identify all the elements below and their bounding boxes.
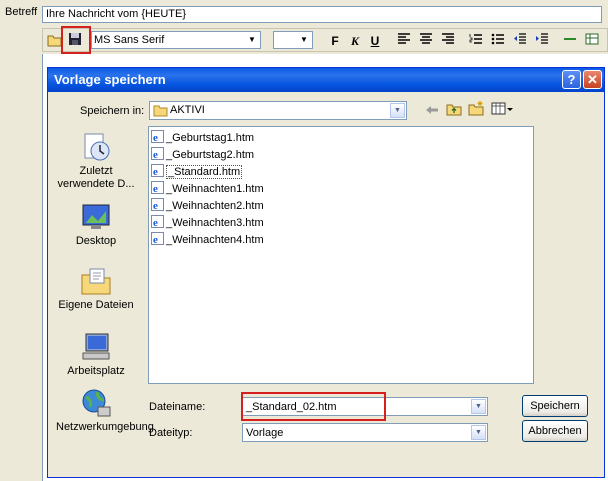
filetype-label: Dateityp:	[149, 427, 193, 439]
file-item[interactable]: e _Geburtstag1.htm	[151, 130, 254, 146]
subject-input[interactable]: Ihre Nachricht vom {HEUTE}	[42, 6, 602, 23]
align-center-icon[interactable]	[417, 32, 435, 50]
html-file-icon: e	[151, 164, 164, 178]
place-label: Zuletzt verwendete D...	[57, 165, 135, 190]
align-left-icon[interactable]	[395, 32, 413, 50]
places-bar: Zuletzt verwendete D... Desktop Eigene D…	[52, 123, 154, 463]
recent-documents-icon	[80, 131, 112, 163]
font-name: MS Sans Serif	[94, 34, 165, 46]
filename-label: Dateiname:	[149, 401, 206, 413]
place-recent[interactable]: Zuletzt verwendete D...	[52, 131, 140, 191]
file-name: _Standard.htm	[166, 165, 243, 179]
html-file-icon: e	[151, 181, 164, 195]
horizontal-line-icon[interactable]	[561, 32, 579, 50]
chevron-down-icon: ▼	[248, 35, 256, 44]
file-item[interactable]: e _Weihnachten2.htm	[151, 198, 264, 214]
folder-icon	[153, 104, 168, 120]
align-right-icon[interactable]	[439, 32, 457, 50]
file-item[interactable]: e _Weihnachten4.htm	[151, 232, 264, 248]
file-name: _Weihnachten4.htm	[166, 234, 264, 246]
chevron-down-icon: ▼	[300, 35, 308, 44]
my-computer-icon	[80, 331, 112, 363]
my-documents-icon	[80, 265, 112, 297]
svg-text:e: e	[153, 132, 158, 143]
filename-highlight	[241, 392, 386, 421]
left-strip	[0, 26, 42, 481]
font-size-select[interactable]: ▼	[273, 31, 313, 49]
filetype-value: Vorlage	[246, 427, 284, 439]
format-toolbar: MS Sans Serif ▼ ▼ F K U	[42, 28, 608, 52]
cancel-button[interactable]: Abbrechen	[522, 420, 588, 442]
chevron-down-icon[interactable]: ▼	[471, 425, 486, 440]
svg-text:e: e	[153, 183, 158, 194]
html-file-icon: e	[151, 232, 164, 246]
file-name: _Geburtstag2.htm	[166, 149, 255, 161]
file-item[interactable]: e _Weihnachten1.htm	[151, 181, 264, 197]
save-button[interactable]: Speichern	[522, 395, 588, 417]
html-file-icon: e	[151, 147, 164, 161]
table-icon[interactable]	[583, 32, 601, 50]
file-name: _Weihnachten2.htm	[166, 200, 264, 212]
save-icon-highlight	[61, 26, 91, 54]
subject-label: Betreff	[5, 6, 38, 18]
svg-text:e: e	[153, 217, 158, 228]
help-button[interactable]: ?	[562, 70, 581, 89]
font-select[interactable]: MS Sans Serif ▼	[91, 31, 261, 49]
file-item[interactable]: e _Geburtstag2.htm	[151, 147, 254, 163]
svg-text:e: e	[153, 166, 158, 177]
svg-text:e: e	[153, 234, 158, 245]
place-network[interactable]: Netzwerkumgebung	[52, 387, 154, 434]
place-label: Desktop	[75, 235, 117, 247]
html-file-icon: e	[151, 198, 164, 212]
save-in-label: Speichern in:	[80, 105, 145, 117]
chevron-down-icon[interactable]: ▼	[471, 399, 486, 414]
outdent-icon[interactable]	[511, 32, 529, 50]
subject-row: Betreff Ihre Nachricht vom {HEUTE}	[0, 0, 608, 26]
svg-text:e: e	[153, 200, 158, 211]
chevron-down-icon[interactable]: ▼	[390, 103, 405, 118]
place-my-computer[interactable]: Arbeitsplatz	[52, 331, 140, 377]
file-name: _Weihnachten3.htm	[166, 217, 264, 229]
save-template-dialog: Vorlage speichern ? ✕ Speichern in: AKTI…	[47, 67, 605, 478]
file-name: _Geburtstag1.htm	[166, 132, 255, 144]
html-file-icon: e	[151, 215, 164, 229]
filetype-select[interactable]: Vorlage ▼	[242, 423, 488, 442]
place-my-documents[interactable]: Eigene Dateien	[52, 265, 140, 311]
network-places-icon	[80, 387, 112, 419]
file-item[interactable]: e _Weihnachten3.htm	[151, 215, 264, 231]
desktop-icon	[80, 201, 112, 233]
bold-button[interactable]: F	[327, 32, 343, 50]
view-menu-icon[interactable]	[491, 102, 513, 119]
place-label: Eigene Dateien	[58, 299, 134, 311]
file-list[interactable]: e _Geburtstag1.htm e _Geburtstag2.htm e _St…	[148, 126, 534, 384]
place-desktop[interactable]: Desktop	[52, 201, 140, 247]
bullet-list-icon[interactable]	[489, 32, 507, 50]
file-name: _Weihnachten1.htm	[166, 183, 264, 195]
indent-icon[interactable]	[533, 32, 551, 50]
up-folder-icon[interactable]	[446, 102, 462, 119]
place-label: Arbeitsplatz	[67, 365, 125, 377]
dialog-title: Vorlage speichern	[54, 72, 166, 87]
italic-button[interactable]: K	[347, 32, 363, 50]
underline-button[interactable]: U	[367, 32, 383, 50]
save-in-select[interactable]: AKTIVI ▼	[149, 101, 407, 120]
svg-text:e: e	[153, 149, 158, 160]
back-arrow-icon[interactable]	[425, 104, 439, 119]
numbered-list-icon[interactable]	[467, 32, 485, 50]
new-folder-icon[interactable]	[468, 101, 484, 119]
place-label: Netzwerkumgebung	[56, 421, 154, 433]
file-item[interactable]: e _Standard.htm	[151, 164, 243, 180]
html-file-icon: e	[151, 130, 164, 144]
current-folder: AKTIVI	[170, 104, 205, 116]
close-button[interactable]: ✕	[583, 70, 602, 89]
dialog-titlebar[interactable]: Vorlage speichern ? ✕	[48, 68, 604, 92]
